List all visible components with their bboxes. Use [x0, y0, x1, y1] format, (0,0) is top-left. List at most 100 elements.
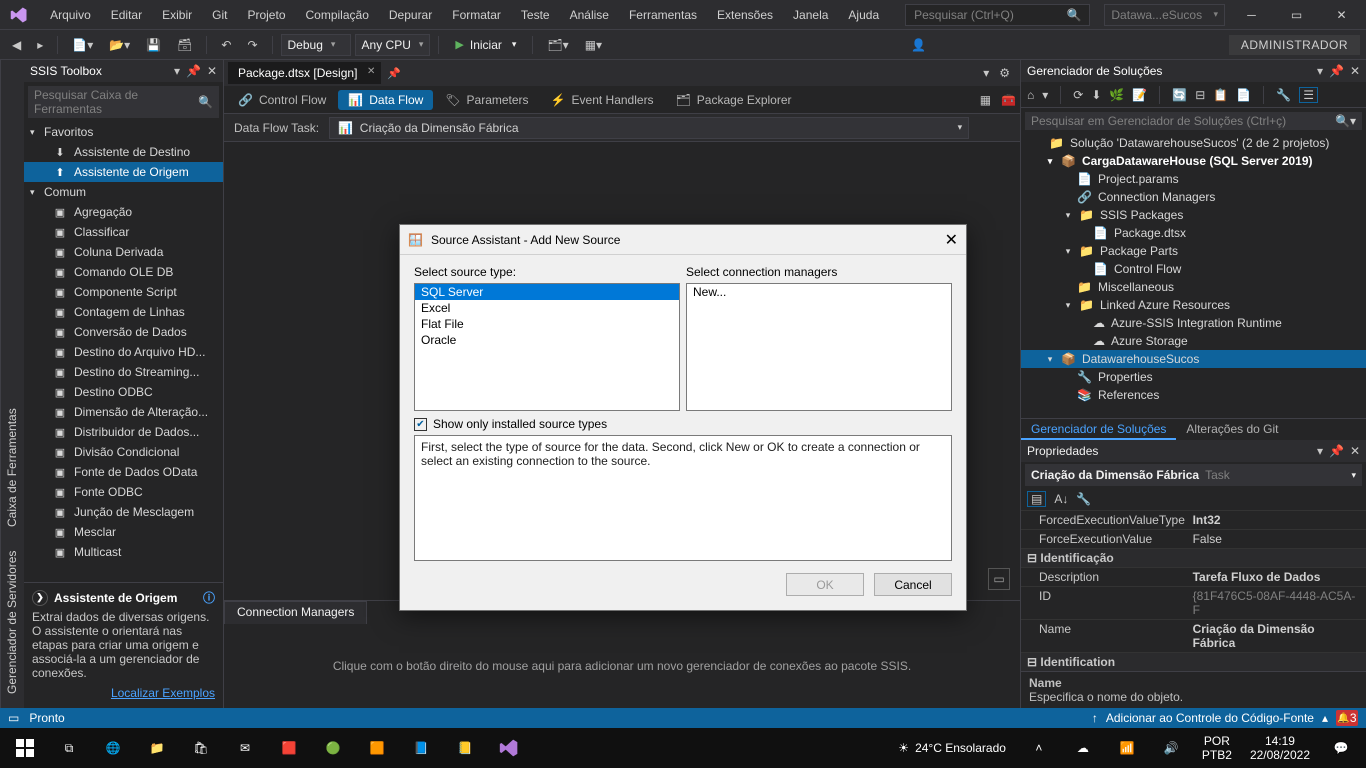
redo-button[interactable]: ↷: [241, 35, 263, 55]
list-item[interactable]: Excel: [415, 300, 679, 316]
toolbox-item[interactable]: ▣Junção de Mesclagem: [24, 502, 223, 522]
tab-solution-explorer[interactable]: Gerenciador de Soluções: [1021, 419, 1176, 440]
tree-node[interactable]: ☁ Azure Storage: [1021, 332, 1366, 350]
toolbox-item[interactable]: ▣Destino do Arquivo HD...: [24, 342, 223, 362]
visual-studio-icon[interactable]: [488, 728, 530, 768]
menu-exibir[interactable]: Exibir: [152, 4, 202, 26]
tree-node[interactable]: 📄 Control Flow: [1021, 260, 1366, 278]
connection-managers-listbox[interactable]: New...: [686, 283, 952, 411]
filter-icon[interactable]: ☰: [1299, 87, 1318, 103]
connection-managers-area[interactable]: Clique com o botão direito do mouse aqui…: [224, 624, 1020, 708]
toolbox-item[interactable]: ▣Fonte ODBC: [24, 482, 223, 502]
tree-node[interactable]: ▾📁 Linked Azure Resources: [1021, 296, 1366, 314]
nav-fwd-button[interactable]: ▸: [31, 35, 49, 55]
toolbox-item[interactable]: ▣Classificar: [24, 222, 223, 242]
toolbox-item[interactable]: ▣Agregação: [24, 202, 223, 222]
panel-close-icon[interactable]: ✕: [1350, 444, 1360, 458]
info-icon[interactable]: ⓘ: [203, 589, 215, 606]
toolbox-item[interactable]: ⬇Assistente de Destino: [24, 142, 223, 162]
maximize-button[interactable]: ▭: [1274, 0, 1319, 30]
tray-chevron-icon[interactable]: ˄: [1018, 728, 1060, 768]
menu-depurar[interactable]: Depurar: [379, 4, 442, 26]
clock[interactable]: POR PTB2: [1202, 734, 1232, 762]
live-share-icon[interactable]: 👤: [905, 35, 932, 55]
menu-janela[interactable]: Janela: [783, 4, 838, 26]
solution-node[interactable]: 📁 Solução 'DatawarehouseSucos' (2 de 2 p…: [1021, 134, 1366, 152]
toolbox-dropdown-icon[interactable]: ▾: [174, 64, 180, 78]
branch-icon[interactable]: 🌿: [1109, 88, 1124, 102]
undo-button[interactable]: ↶: [215, 35, 237, 55]
toolbox-pin-icon[interactable]: 📌: [186, 64, 201, 78]
list-item[interactable]: SQL Server: [415, 284, 679, 300]
panel-pin-icon[interactable]: 📌: [1329, 64, 1344, 78]
panel-close-icon[interactable]: ✕: [1350, 64, 1360, 78]
menu-ajuda[interactable]: Ajuda: [838, 4, 889, 26]
doc-gear-icon[interactable]: ⚙: [999, 66, 1010, 80]
home-icon[interactable]: ⌂: [1027, 88, 1034, 102]
toolbox-category[interactable]: Favoritos: [24, 122, 223, 142]
menu-teste[interactable]: Teste: [511, 4, 560, 26]
toolbox-category[interactable]: Comum: [24, 182, 223, 202]
panel-pin-icon[interactable]: 📌: [1329, 444, 1344, 458]
tree-node[interactable]: 📄 Package.dtsx: [1021, 224, 1366, 242]
menu-análise[interactable]: Análise: [560, 4, 619, 26]
tab-event-handlers[interactable]: ⚡Event Handlers: [541, 90, 664, 110]
toolbox-item[interactable]: ▣Dimensão de Alteração...: [24, 402, 223, 422]
global-search-input[interactable]: Pesquisar (Ctrl+Q)🔍: [905, 4, 1090, 26]
tab-data-flow[interactable]: 📊Data Flow: [338, 90, 433, 110]
tree-node[interactable]: ▾📁 SSIS Packages: [1021, 206, 1366, 224]
toolbox-item[interactable]: ▣Distribuidor de Dados...: [24, 422, 223, 442]
toolbox-item[interactable]: ▣Comando OLE DB: [24, 262, 223, 282]
tab-git-changes[interactable]: Alterações do Git: [1176, 419, 1288, 440]
show-all-icon[interactable]: 📋: [1213, 88, 1228, 102]
document-tab[interactable]: Package.dtsx [Design]✕: [228, 62, 381, 84]
task-view-icon[interactable]: ⧉: [48, 728, 90, 768]
menu-git[interactable]: Git: [202, 4, 237, 26]
app-icon[interactable]: 📒: [444, 728, 486, 768]
tree-node[interactable]: ▾📁 Package Parts: [1021, 242, 1366, 260]
toolbox-tab[interactable]: Caixa de Ferramentas: [3, 402, 22, 533]
nav-back-button[interactable]: ◀: [6, 35, 27, 55]
start-icon[interactable]: [4, 728, 46, 768]
find-samples-link[interactable]: Localizar Exemplos: [32, 686, 215, 700]
new-folder-button[interactable]: 🗂▾: [541, 35, 574, 55]
edge-icon[interactable]: 🌐: [92, 728, 134, 768]
notifications-badge[interactable]: 🔔3: [1336, 710, 1358, 726]
toolbox-item[interactable]: ▣Divisão Condicional: [24, 442, 223, 462]
close-button[interactable]: ✕: [1319, 0, 1364, 30]
tree-node[interactable]: 📄 Project.params: [1021, 170, 1366, 188]
doc-dropdown-icon[interactable]: ▾: [983, 66, 989, 80]
connection-managers-tab[interactable]: Connection Managers: [224, 601, 367, 624]
toolbox-search-input[interactable]: Pesquisar Caixa de Ferramentas🔍: [28, 86, 219, 118]
toolbox-item[interactable]: ▣Conversão de Dados: [24, 322, 223, 342]
save-all-button[interactable]: 🗃: [171, 35, 198, 55]
properties-object-dropdown[interactable]: Criação da Dimensão FábricaTask: [1025, 464, 1362, 486]
tree-node[interactable]: 📚 References: [1021, 386, 1366, 404]
spotify-icon[interactable]: 🟢: [312, 728, 354, 768]
menu-projeto[interactable]: Projeto: [237, 4, 295, 26]
toolbox-item[interactable]: ▣Contagem de Linhas: [24, 302, 223, 322]
sync-icon[interactable]: ⟳: [1073, 88, 1083, 102]
open-button[interactable]: 📂▾: [103, 35, 136, 55]
property-pages-icon[interactable]: 🔧: [1076, 492, 1091, 506]
menu-extensões[interactable]: Extensões: [707, 4, 783, 26]
minimize-button[interactable]: ─: [1229, 0, 1274, 30]
list-item[interactable]: Flat File: [415, 316, 679, 332]
dialog-close-icon[interactable]: ✕: [945, 230, 958, 250]
action-center-icon[interactable]: 💬: [1320, 728, 1362, 768]
tree-node[interactable]: ☁ Azure-SSIS Integration Runtime: [1021, 314, 1366, 332]
refresh-icon[interactable]: 🔄: [1172, 88, 1187, 102]
variables-icon[interactable]: ▦: [980, 93, 991, 107]
weather-widget[interactable]: ☀24°C Ensolarado: [898, 741, 1006, 755]
toolbox-close-icon[interactable]: ✕: [207, 64, 217, 78]
recent-project-dropdown[interactable]: Datawa...eSucos: [1104, 4, 1225, 26]
app-icon[interactable]: 📘: [400, 728, 442, 768]
file-explorer-icon[interactable]: 📁: [136, 728, 178, 768]
tab-parameters[interactable]: 🏷Parameters: [435, 90, 538, 110]
alpha-sort-icon[interactable]: A↓: [1054, 492, 1068, 506]
doc-close-icon[interactable]: ✕: [367, 66, 375, 77]
fit-view-icon[interactable]: ▭: [988, 568, 1010, 590]
app-icon[interactable]: 🟧: [356, 728, 398, 768]
variables-button[interactable]: ▦▾: [579, 35, 608, 55]
source-types-listbox[interactable]: SQL Server Excel Flat File Oracle: [414, 283, 680, 411]
